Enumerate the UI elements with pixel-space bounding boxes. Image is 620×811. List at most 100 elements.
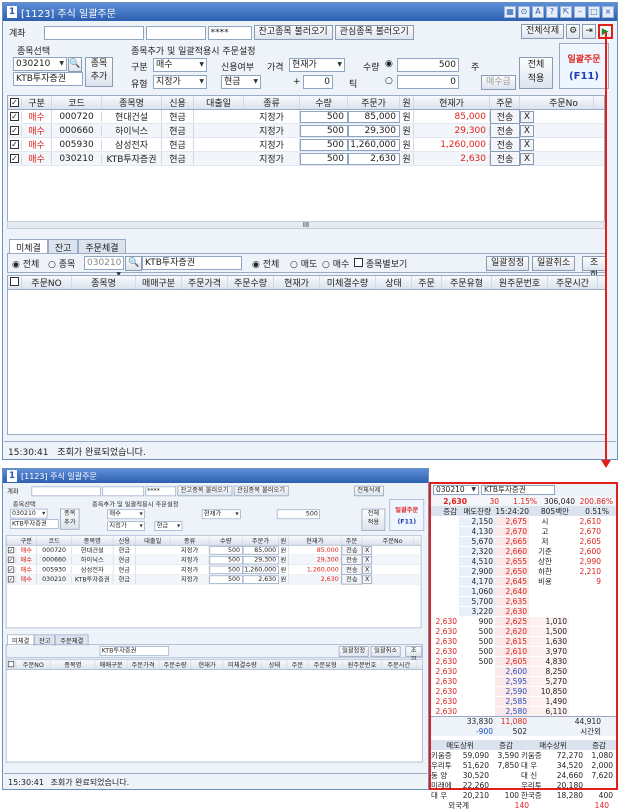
row-delete-button-small[interactable]: X bbox=[362, 575, 373, 584]
amount-radio[interactable]: ○ bbox=[385, 76, 393, 86]
row-credit-select[interactable]: 현금 bbox=[162, 124, 194, 137]
search-icon[interactable]: 🔍 bbox=[68, 57, 82, 72]
settings-icon[interactable]: ⚙ bbox=[566, 24, 581, 39]
ob-bid-price[interactable]: 2,615 bbox=[495, 636, 529, 646]
ob-ask-price[interactable]: 2,660 bbox=[495, 546, 529, 556]
by-stock-checkbox[interactable]: 종목별보기 bbox=[354, 257, 407, 270]
load-balance-button[interactable]: 잔고종목 불러오기 bbox=[253, 25, 333, 40]
account-input-small[interactable] bbox=[31, 486, 101, 496]
ob-bid-qty[interactable]: 1,500 bbox=[529, 626, 569, 636]
side-select-small[interactable]: 매수 bbox=[107, 509, 145, 520]
row-credit-select[interactable]: 현금 bbox=[162, 152, 194, 165]
ob-ask-qty[interactable]: 3,220 bbox=[459, 606, 495, 616]
row-credit-select-small[interactable]: 현금 bbox=[114, 565, 136, 575]
maximize-icon[interactable]: □ bbox=[588, 6, 600, 18]
load-balance-button-small[interactable]: 잔고종목 불러오기 bbox=[177, 485, 233, 497]
row-qty[interactable]: 500 bbox=[300, 110, 348, 123]
row-price-small[interactable]: 29,300 bbox=[242, 555, 279, 564]
ob-ask-qty[interactable]: 2,150 bbox=[459, 516, 495, 526]
row-type-select[interactable]: 지정가 bbox=[244, 152, 300, 165]
row-checkbox[interactable]: ✓ bbox=[8, 139, 22, 150]
pin-icon[interactable]: ⇱ bbox=[560, 6, 572, 18]
ob-ask-price[interactable]: 2,670 bbox=[495, 526, 529, 536]
row-type-select-small[interactable]: 지정가 bbox=[170, 574, 210, 584]
row-price[interactable]: 1,260,000 bbox=[348, 138, 400, 151]
ob-ask-qty[interactable]: 4,510 bbox=[459, 556, 495, 566]
layout-icon[interactable]: ▦ bbox=[504, 6, 516, 18]
bulk-cancel-button[interactable]: 일괄취소 bbox=[532, 256, 576, 271]
ob-ask-qty[interactable]: 4,130 bbox=[459, 526, 495, 536]
row-side-select-small[interactable]: 매수 bbox=[16, 555, 38, 565]
row-credit-select[interactable]: 현금 bbox=[162, 138, 194, 151]
filter-all-radio[interactable]: ◉ 전체 bbox=[252, 257, 279, 270]
filter-sell-radio[interactable]: ○ 매도 bbox=[290, 257, 317, 270]
ob-bid-price[interactable]: 2,585 bbox=[495, 696, 529, 706]
ob-ask-qty[interactable]: 5,700 bbox=[459, 596, 495, 606]
bulk-fix-button-small[interactable]: 일괄정정 bbox=[338, 646, 369, 657]
row-delete-button[interactable]: X bbox=[520, 152, 534, 165]
row-price[interactable]: 2,630 bbox=[348, 152, 400, 165]
bid-amount-button[interactable]: 매수금 bbox=[481, 75, 516, 90]
ob-bid-price[interactable]: 2,590 bbox=[495, 686, 529, 696]
qty-input[interactable]: 500 bbox=[397, 58, 459, 72]
price-select-small[interactable]: 현재가 bbox=[201, 509, 241, 520]
ob-bid-qty[interactable]: 8,250 bbox=[529, 666, 569, 676]
ob-ask-price[interactable]: 2,645 bbox=[495, 576, 529, 586]
ob-bid-price[interactable]: 2,625 bbox=[495, 616, 529, 626]
tick-input[interactable]: 0 bbox=[303, 75, 333, 89]
filter-buy-radio[interactable]: ○ 매수 bbox=[322, 257, 349, 270]
ob-ask-qty[interactable]: 5,670 bbox=[459, 536, 495, 546]
ob-code-input[interactable]: 030210 bbox=[433, 485, 479, 495]
row-qty[interactable]: 500 bbox=[300, 138, 348, 151]
unfilled-select-all-small[interactable] bbox=[7, 660, 15, 667]
row-price[interactable]: 85,000 bbox=[348, 110, 400, 123]
bulk-order-button-small[interactable]: 일괄주문 (F11) bbox=[389, 498, 425, 531]
all-radio[interactable]: ◉ 전체 bbox=[12, 257, 39, 270]
password-input[interactable]: **** bbox=[207, 25, 252, 40]
ob-bid-price[interactable]: 2,600 bbox=[495, 666, 529, 676]
add-stock-button-small[interactable]: 종목 추가 bbox=[59, 508, 80, 530]
row-qty-small[interactable]: 500 bbox=[209, 555, 243, 564]
type-select-small[interactable]: 지정가 bbox=[107, 521, 145, 531]
account-input[interactable] bbox=[43, 25, 144, 40]
ob-bid-qty[interactable]: 6,110 bbox=[529, 706, 569, 716]
expand-icon[interactable]: ⇥ bbox=[582, 24, 596, 39]
row-qty-small[interactable]: 500 bbox=[209, 565, 243, 574]
apply-all-button[interactable]: 전체 적용 bbox=[519, 57, 553, 89]
ob-ask-price[interactable]: 2,665 bbox=[495, 536, 529, 546]
code-input[interactable]: 030210 bbox=[13, 57, 67, 71]
load-watch-button-small[interactable]: 관심종목 불러오기 bbox=[233, 485, 289, 497]
row-send-button[interactable]: 전송 bbox=[490, 123, 520, 138]
ob-bid-qty[interactable]: 1,630 bbox=[529, 636, 569, 646]
horizontal-scrollbar[interactable]: III bbox=[7, 221, 605, 229]
ob-ask-qty[interactable]: 1,060 bbox=[459, 586, 495, 596]
qty-radio[interactable]: ◉ bbox=[385, 59, 393, 69]
ob-ask-price[interactable]: 2,630 bbox=[495, 606, 529, 616]
row-type-select[interactable]: 지정가 bbox=[244, 110, 300, 123]
close-icon[interactable]: × bbox=[602, 6, 614, 18]
delete-all-button-small[interactable]: 전체삭제 bbox=[353, 485, 384, 497]
row-delete-button[interactable]: X bbox=[520, 138, 534, 151]
ob-bid-price[interactable]: 2,595 bbox=[495, 676, 529, 686]
credit-select[interactable]: 현금 bbox=[221, 75, 261, 89]
ob-ask-price[interactable]: 2,655 bbox=[495, 556, 529, 566]
row-delete-button-small[interactable]: X bbox=[362, 545, 373, 555]
type-select[interactable]: 지정가 bbox=[153, 75, 207, 89]
ob-bid-qty[interactable]: 4,830 bbox=[529, 656, 569, 666]
row-side-select[interactable]: 매수 bbox=[22, 152, 52, 165]
row-credit-select[interactable]: 현금 bbox=[162, 110, 194, 123]
side-select[interactable]: 매수 bbox=[153, 58, 207, 72]
row-type-select[interactable]: 지정가 bbox=[244, 138, 300, 151]
bulk-cancel-button-small[interactable]: 일괄취소 bbox=[370, 646, 401, 657]
ob-bid-qty[interactable]: 3,970 bbox=[529, 646, 569, 656]
row-checkbox[interactable]: ✓ bbox=[8, 125, 22, 136]
apply-all-button-small[interactable]: 전체 적용 bbox=[361, 508, 386, 531]
row-delete-button-small[interactable]: X bbox=[362, 565, 373, 574]
ob-ask-price[interactable]: 2,635 bbox=[495, 596, 529, 606]
qty-input-small[interactable]: 500 bbox=[276, 509, 320, 520]
row-type-select[interactable]: 지정가 bbox=[244, 124, 300, 137]
password-input-small[interactable]: **** bbox=[145, 486, 176, 496]
row-price-small[interactable]: 85,000 bbox=[242, 545, 279, 555]
row-delete-button[interactable]: X bbox=[520, 110, 534, 123]
row-credit-select-small[interactable]: 현금 bbox=[114, 555, 136, 565]
